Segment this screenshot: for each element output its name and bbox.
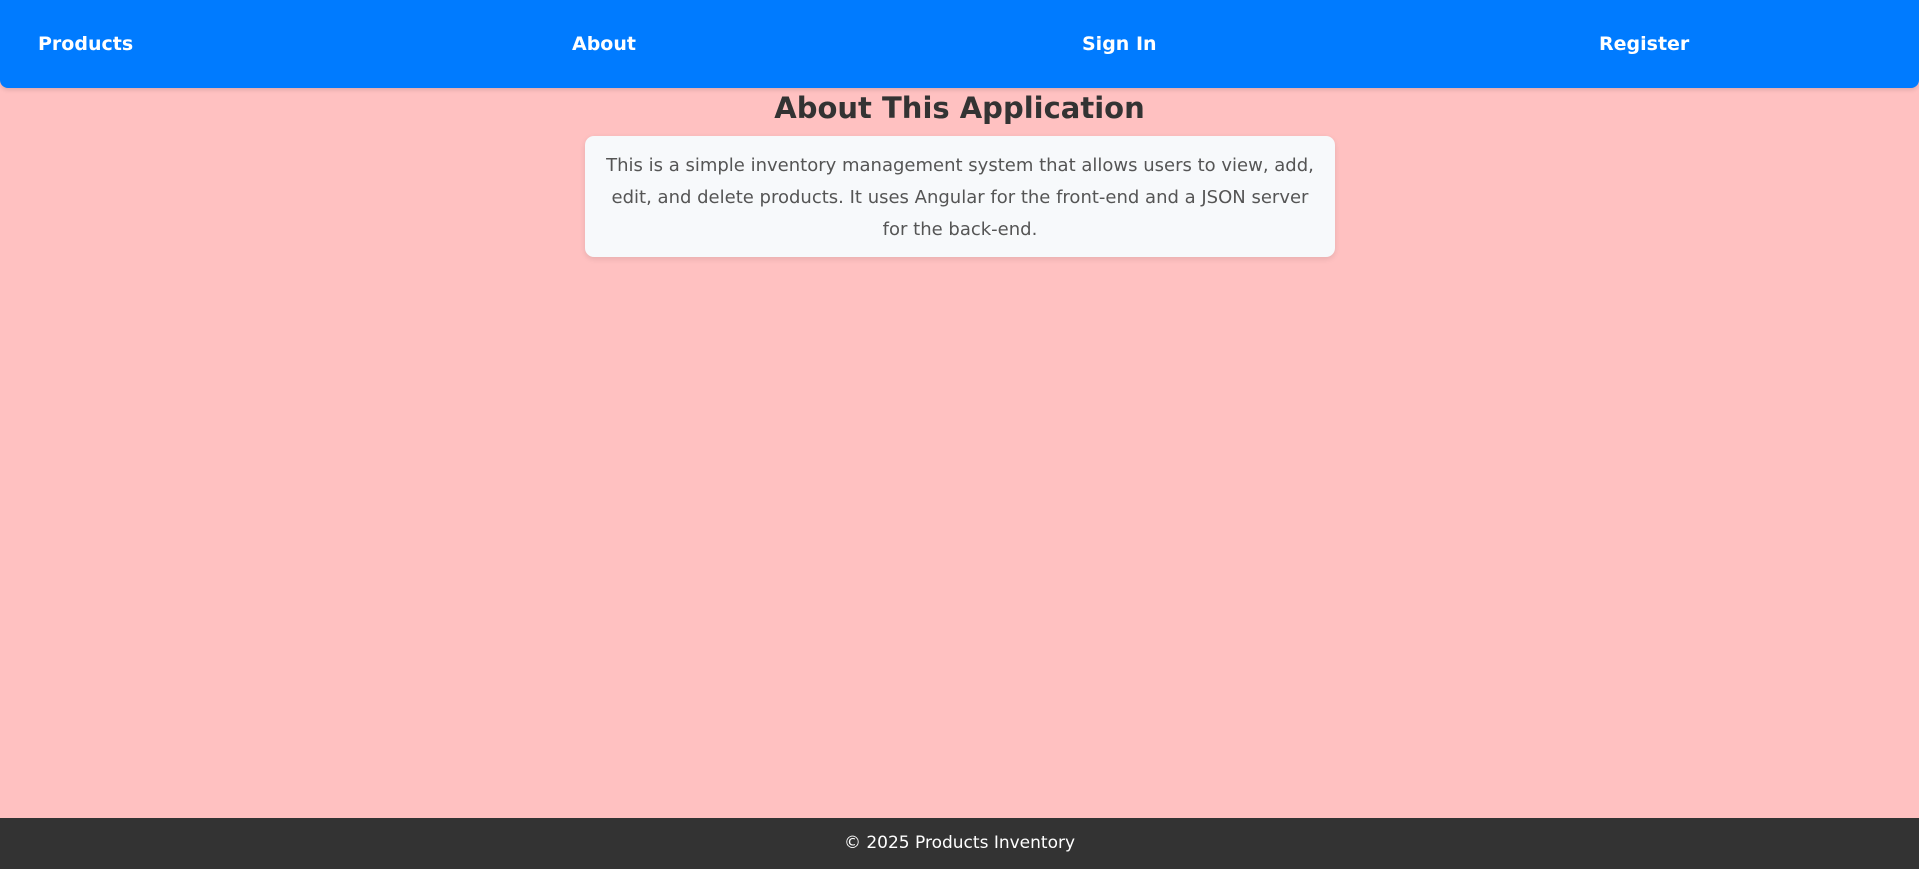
page-title: About This Application (774, 91, 1145, 125)
top-navbar: Products About Sign In Register (0, 0, 1919, 88)
nav-link-register[interactable]: Register (1599, 0, 1689, 88)
nav-link-sign-in[interactable]: Sign In (1082, 0, 1157, 88)
nav-link-about[interactable]: About (572, 0, 636, 88)
page-footer: © 2025 Products Inventory (0, 818, 1919, 869)
nav-link-products[interactable]: Products (38, 0, 133, 88)
about-description-text: This is a simple inventory management sy… (606, 155, 1314, 240)
about-description-card: This is a simple inventory management sy… (585, 136, 1335, 257)
footer-copyright: © 2025 Products Inventory (843, 833, 1076, 853)
